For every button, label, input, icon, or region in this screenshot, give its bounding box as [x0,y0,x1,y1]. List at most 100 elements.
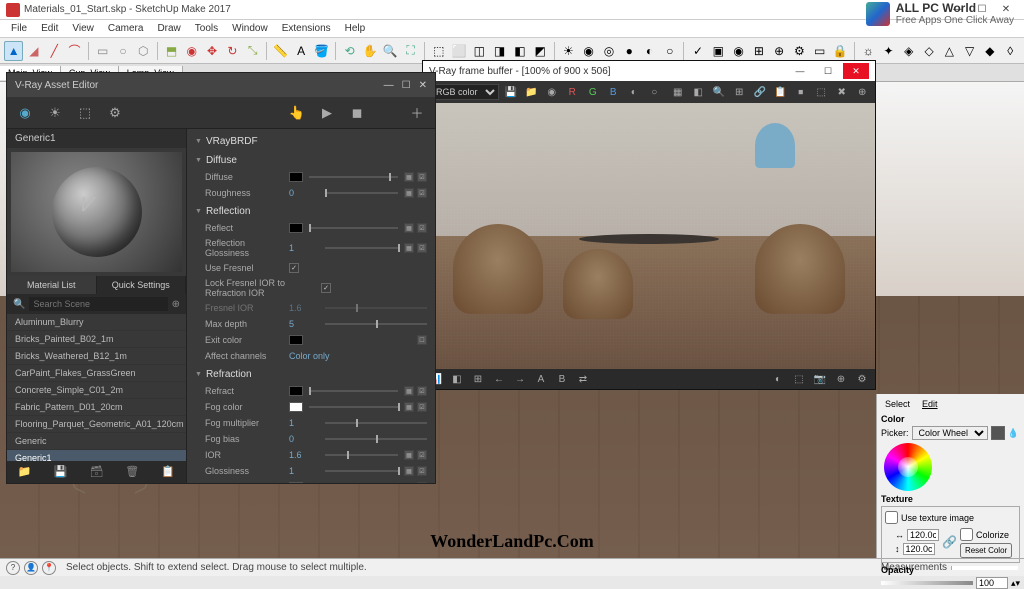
fb-btn-g[interactable]: ⏹ [792,83,810,101]
fb-b6[interactable]: B [553,370,571,388]
left-view[interactable]: ◩ [531,41,550,61]
list-item[interactable]: CarPaint_Flakes_GrassGreen [7,365,186,382]
style-xray[interactable]: ☀ [559,41,578,61]
top-view[interactable]: ⬜ [449,41,468,61]
section-vraybrdf[interactable]: ▼VRayBRDF [195,133,427,150]
circle-tool[interactable]: ○ [113,41,132,61]
material-list[interactable]: Aluminum_Blurry Bricks_Painted_B02_1m Br… [7,314,186,461]
menu-tools[interactable]: Tools [188,21,225,36]
user-icon[interactable]: 👤 [24,561,38,575]
fb-b3[interactable]: ← [490,370,508,388]
filter-icon[interactable]: ⊕ [172,299,180,310]
use-texture-check[interactable] [885,511,898,524]
chk-icon[interactable]: ☑ [417,188,427,198]
fb-b9[interactable]: ⬚ [790,370,808,388]
fb-btn-j[interactable]: ⊕ [854,83,872,101]
eyedropper-icon[interactable]: 💧 [1008,428,1019,439]
fb-btn-i[interactable]: ✖ [833,83,851,101]
mono-icon[interactable]: ○ [646,83,664,101]
save-icon[interactable]: 💾 [54,465,68,479]
menu-camera[interactable]: Camera [101,21,151,36]
list-item[interactable]: Fabric_Pattern_D01_20cm [7,399,186,416]
paint-tool[interactable]: 🪣 [312,41,331,61]
polygon-tool[interactable]: ⬡ [134,41,153,61]
style-shaded[interactable]: ● [620,41,639,61]
fresnel-check[interactable] [289,263,299,273]
settings-icon[interactable]: ⚙ [105,103,125,123]
color-wheel[interactable] [884,443,932,491]
pushpull-tool[interactable]: ⬒ [162,41,181,61]
link-icon[interactable]: 🔗 [942,535,957,549]
vray-viewport[interactable]: ◉ [729,41,748,61]
exit-swatch[interactable] [289,335,303,345]
reset-color-button[interactable]: Reset Color [960,543,1012,558]
tape-tool[interactable]: 📏 [271,41,290,61]
material-preview[interactable] [11,152,182,272]
fb-b1[interactable]: ◧ [448,370,466,388]
copy-icon[interactable]: 📋 [161,465,175,479]
lock-ior-check[interactable] [321,283,331,293]
tab-edit[interactable]: Edit [918,398,942,410]
list-item[interactable]: Aluminum_Blurry [7,314,186,331]
vray-light1[interactable]: ☼ [859,41,878,61]
geo-icon[interactable]: 📍 [42,561,56,575]
menu-window[interactable]: Window [225,21,275,36]
zoom-tool[interactable]: 🔍 [381,41,400,61]
render3-icon[interactable]: ◼ [347,103,367,123]
style-mono[interactable]: ○ [660,41,679,61]
fb-btn-d[interactable]: ⊞ [731,83,749,101]
arc-tool[interactable]: ⌒ [65,41,84,61]
fb-max-icon[interactable]: ☐ [815,63,841,79]
menu-file[interactable]: File [4,21,34,36]
spinner-icon[interactable]: ▴▾ [1011,578,1020,589]
roughness-slider[interactable] [325,192,398,194]
vray-light4[interactable]: ◇ [919,41,938,61]
right-view[interactable]: ◨ [490,41,509,61]
diffuse-slider[interactable] [309,176,398,178]
fb-b8[interactable]: ◐ [769,370,787,388]
vray-asset-editor[interactable]: V-Ray Asset Editor — ☐ ✕ ◉ ☀ ⬚ ⚙ 👆 ▶ ◼ ＋… [6,72,436,484]
delete-icon[interactable]: 🗑 [125,465,139,479]
reflect-slider[interactable] [309,227,398,229]
search-input[interactable] [29,297,167,311]
vray-options[interactable]: ⚙ [790,41,809,61]
vray-close-icon[interactable]: ✕ [419,80,427,91]
geometry-icon[interactable]: ⬚ [75,103,95,123]
menu-view[interactable]: View [65,21,101,36]
fb-btn-a[interactable]: ▦ [669,83,687,101]
tab-select[interactable]: Select [881,398,914,410]
front-view[interactable]: ◫ [470,41,489,61]
save-icon[interactable]: 💾 [502,83,520,101]
fb-b11[interactable]: ⊕ [832,370,850,388]
vray-obj2[interactable]: ◆ [980,41,999,61]
back-view[interactable]: ◧ [510,41,529,61]
menu-help[interactable]: Help [338,21,373,36]
g-channel[interactable]: G [584,83,602,101]
map-icon[interactable]: ▦ [404,172,414,182]
channel-select[interactable]: RGB color [427,84,499,100]
fb-b4[interactable]: → [511,370,529,388]
iso-view[interactable]: ⬚ [429,41,448,61]
scale-tool[interactable]: ⤡ [243,41,262,61]
vray-lock[interactable]: 🔒 [830,41,849,61]
vray-obj1[interactable]: ▽ [960,41,979,61]
section-reflection[interactable]: ▼Reflection [195,203,427,220]
section-diffuse[interactable]: ▼Diffuse [195,152,427,169]
r-channel[interactable]: R [564,83,582,101]
fb-b7[interactable]: ⇄ [574,370,592,388]
vray-rt[interactable]: ▣ [709,41,728,61]
color-swatch[interactable] [991,426,1005,440]
fb-b12[interactable]: ⚙ [853,370,871,388]
fb-close-icon[interactable]: ✕ [843,63,869,79]
vray-light2[interactable]: ✦ [879,41,898,61]
fb-btn-c[interactable]: 🔍 [710,83,728,101]
vray-render[interactable]: ✓ [688,41,707,61]
list-item[interactable]: Concrete_Simple_C01_2m [7,382,186,399]
fb-b10[interactable]: 📷 [811,370,829,388]
vray-obj3[interactable]: ◊ [1001,41,1020,61]
picker-select[interactable]: Color Wheel [912,426,988,440]
fb-btn-b[interactable]: ◧ [690,83,708,101]
render-icon[interactable]: 👆 [287,103,307,123]
texture-width[interactable] [907,529,939,541]
vray-light5[interactable]: △ [940,41,959,61]
